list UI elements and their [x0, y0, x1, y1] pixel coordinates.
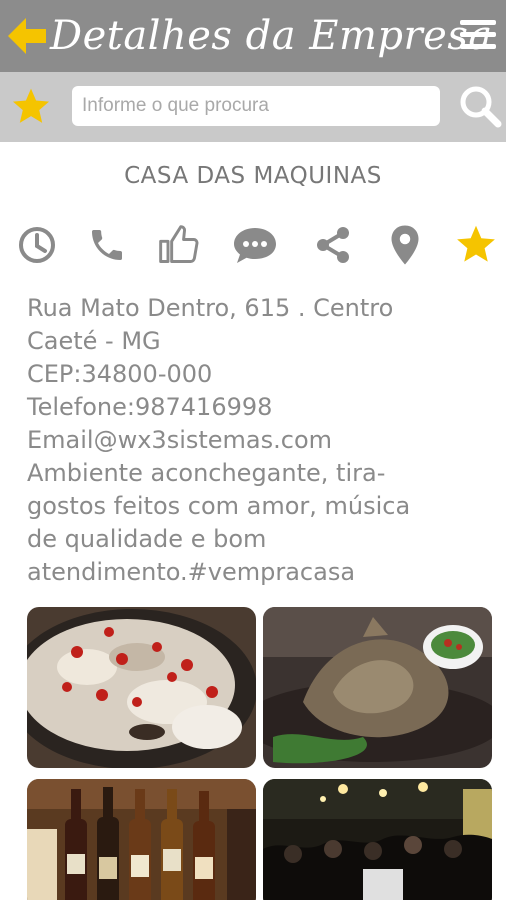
share-icon: [317, 227, 349, 263]
like-button[interactable]: [156, 222, 202, 268]
live-music-crowd-photo[interactable]: [263, 779, 492, 900]
cep-line: CEP:34800-000: [27, 360, 213, 388]
hamburger-menu-icon[interactable]: [460, 20, 496, 52]
call-button[interactable]: [84, 222, 130, 268]
pizza-photo[interactable]: [27, 607, 256, 768]
search-input[interactable]: [72, 86, 440, 126]
action-icons-row: [0, 222, 506, 272]
back-button[interactable]: [6, 14, 48, 58]
description-line: Ambiente aconchegante, tira-: [27, 459, 386, 487]
star-icon: [457, 225, 495, 262]
description-line: de qualidade e bom: [27, 525, 267, 553]
description-line: gostos feitos com amor, música: [27, 492, 411, 520]
share-button[interactable]: [310, 222, 356, 268]
company-info: Rua Mato Dentro, 615 . Centro Caeté - MG…: [27, 292, 487, 589]
company-name: CASA DAS MAQUINAS: [124, 163, 382, 189]
snack-platter-photo[interactable]: [263, 607, 492, 768]
star-icon: [12, 88, 50, 123]
phone-icon: [92, 230, 122, 260]
thumbs-up-icon: [159, 225, 199, 263]
comments-button[interactable]: [232, 222, 278, 268]
map-pin-icon: [391, 225, 419, 265]
email-line[interactable]: Email@wx3sistemas.com: [27, 424, 487, 457]
arrow-left-icon: [8, 18, 46, 54]
phone-line[interactable]: Telefone:987416998: [27, 391, 487, 424]
favorites-button[interactable]: [10, 86, 52, 128]
search-button[interactable]: [458, 84, 502, 128]
top-bar: Detalhes da Empresa: [0, 0, 506, 72]
chat-icon: [234, 228, 276, 263]
map-button[interactable]: [382, 222, 428, 268]
favorite-button[interactable]: [453, 222, 499, 268]
page-title: Detalhes da Empresa: [50, 13, 493, 59]
beer-bottles-photo[interactable]: [27, 779, 256, 900]
description-line: atendimento.#vempracasa: [27, 558, 356, 586]
search-icon: [460, 86, 502, 128]
hours-button[interactable]: [14, 222, 60, 268]
clock-icon: [19, 227, 55, 263]
address-line: Rua Mato Dentro, 615 . Centro: [27, 294, 394, 322]
city-line: Caeté - MG: [27, 327, 161, 355]
